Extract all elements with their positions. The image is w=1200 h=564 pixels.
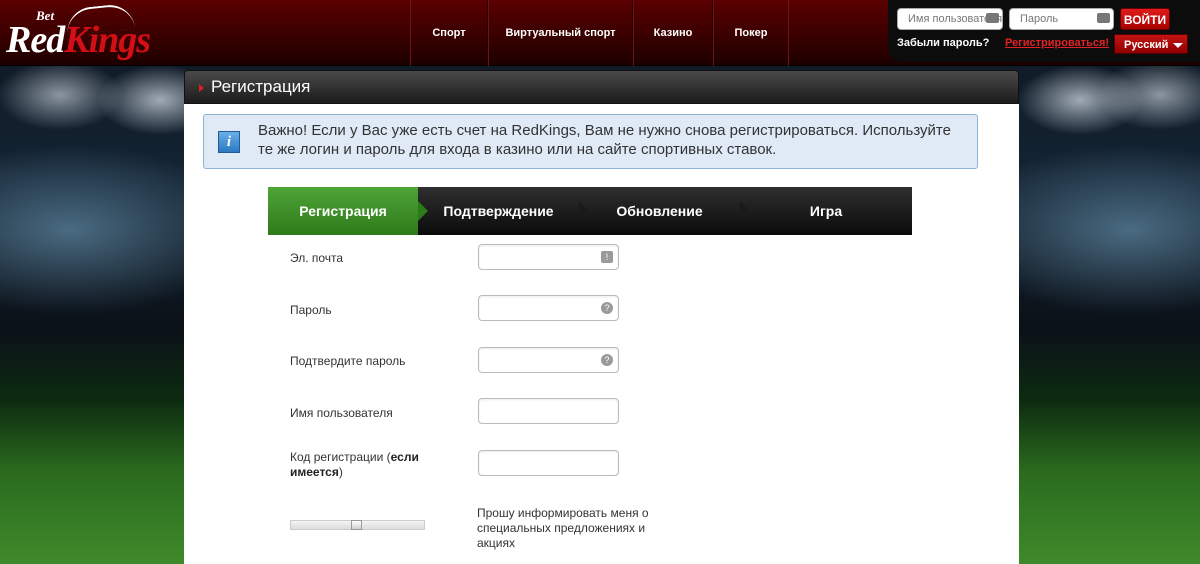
login-button[interactable]: ВОЙТИ xyxy=(1120,8,1170,30)
nav-item-casino[interactable]: Казино xyxy=(633,0,713,66)
page-title-bar: Регистрация xyxy=(184,70,1019,104)
confirm-password-label: Подтвердите пароль xyxy=(290,354,406,368)
username-input[interactable]: Имя пользователя xyxy=(897,8,1003,30)
toggle-thumb[interactable] xyxy=(351,520,362,530)
nav-item-sport[interactable]: Спорт xyxy=(410,0,488,66)
step-confirmation: Подтверждение xyxy=(418,187,589,235)
site-header: Bet RedKings Спорт Виртуальный спорт Каз… xyxy=(0,0,1200,66)
notice-text: Важно! Если у Вас уже есть счет на RedKi… xyxy=(258,122,951,158)
keyboard-icon xyxy=(986,13,999,23)
alert-icon: ! xyxy=(601,251,613,263)
register-link[interactable]: Регистрироваться! xyxy=(1005,37,1109,49)
page-title: Регистрация xyxy=(211,77,311,96)
logo-wordmark: RedKings xyxy=(6,19,151,61)
arrow-right-icon xyxy=(199,84,204,92)
confirm-password-field[interactable]: ? xyxy=(478,347,619,373)
chevron-right-icon xyxy=(740,201,750,221)
help-icon: ? xyxy=(601,302,613,314)
main-nav: Спорт Виртуальный спорт Казино Покер xyxy=(410,0,789,66)
password-label: Пароль xyxy=(290,303,332,317)
username-field[interactable] xyxy=(478,398,619,424)
step-update: Обновление xyxy=(579,187,750,235)
forgot-password-link[interactable]: Забыли пароль? xyxy=(897,37,989,49)
registration-code-label: Код регистрации (если имеется) xyxy=(290,450,419,479)
registration-code-field[interactable] xyxy=(478,450,619,476)
step-play: Игра xyxy=(740,187,912,235)
help-icon: ? xyxy=(601,354,613,366)
language-select[interactable]: Русский xyxy=(1114,34,1188,54)
username-label: Имя пользователя xyxy=(290,406,393,420)
chevron-right-icon xyxy=(579,201,589,221)
newsletter-text: Прошу информировать меня о специальных п… xyxy=(477,506,649,550)
newsletter-toggle[interactable] xyxy=(290,520,425,530)
email-label: Эл. почта xyxy=(290,251,344,265)
nav-item-poker[interactable]: Покер xyxy=(713,0,789,66)
info-notice: i Важно! Если у Вас уже есть счет на Red… xyxy=(203,114,978,169)
nav-item-virtual-sport[interactable]: Виртуальный спорт xyxy=(488,0,633,66)
registration-panel: i Важно! Если у Вас уже есть счет на Red… xyxy=(184,104,1019,564)
registration-steps: Регистрация Подтверждение Обновление Игр… xyxy=(268,187,912,235)
step-registration: Регистрация xyxy=(268,187,428,235)
keyboard-icon xyxy=(1097,13,1110,23)
chevron-right-icon xyxy=(418,201,428,221)
email-field[interactable]: ! xyxy=(478,244,619,270)
info-icon: i xyxy=(218,131,240,153)
redkings-logo[interactable]: Bet RedKings xyxy=(6,2,196,62)
password-field[interactable]: ? xyxy=(478,295,619,321)
login-panel: Имя пользователя Пароль ВОЙТИ Забыли пар… xyxy=(888,0,1200,62)
chevron-down-icon xyxy=(1173,43,1183,48)
password-input[interactable]: Пароль xyxy=(1009,8,1114,30)
